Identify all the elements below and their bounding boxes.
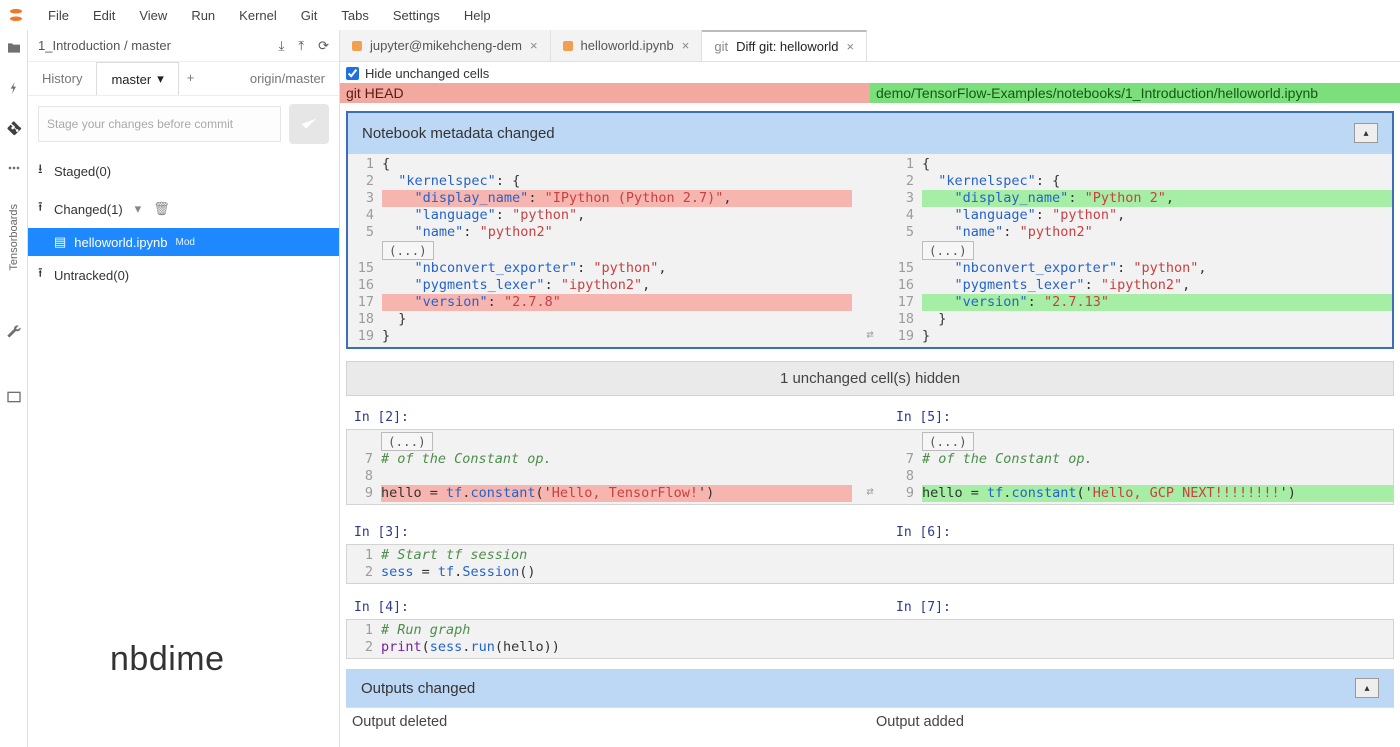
editor-area: jupyter@mikehcheng-dem×helloworld.ipynb×…: [340, 30, 1400, 747]
menu-run[interactable]: Run: [179, 4, 227, 27]
changed-file[interactable]: ▤ helloworld.ipynb Mod: [28, 228, 339, 256]
tabs-icon[interactable]: [4, 387, 24, 407]
map-icon: ⇄: [852, 154, 888, 347]
section-untracked[interactable]: ⭱Untracked(0): [28, 256, 339, 294]
editor-tab[interactable]: helloworld.ipynb×: [551, 30, 703, 61]
menu-view[interactable]: View: [127, 4, 179, 27]
running-icon[interactable]: [4, 78, 24, 98]
editor-tabs: jupyter@mikehcheng-dem×helloworld.ipynb×…: [340, 30, 1400, 62]
diff-source-right: demo/TensorFlow-Examples/notebooks/1_Int…: [870, 83, 1400, 103]
breadcrumb[interactable]: 1_Introduction / master: [38, 38, 171, 53]
menu-file[interactable]: File: [36, 4, 81, 27]
file-name: helloworld.ipynb: [74, 235, 167, 250]
section-staged[interactable]: ⭳Staged(0): [28, 152, 339, 190]
notebook-icon: ▤: [54, 234, 66, 250]
outputs-panel: Outputs changed ▴: [346, 669, 1394, 707]
menu-kernel[interactable]: Kernel: [227, 4, 289, 27]
close-icon[interactable]: ×: [846, 39, 854, 54]
close-icon[interactable]: ×: [682, 38, 690, 53]
tab-history[interactable]: History: [28, 62, 96, 95]
prompt-right: In [5]:: [888, 404, 1394, 429]
metadata-title: Notebook metadata changed: [362, 125, 555, 142]
prompt4-left: In [4]:: [346, 594, 852, 619]
folder-icon[interactable]: [4, 38, 24, 58]
hide-unchanged-label: Hide unchanged cells: [365, 66, 489, 81]
cloud-up-icon[interactable]: ⤒: [298, 38, 304, 54]
metadata-panel: Notebook metadata changed ▴ 1{2 "kernels…: [346, 111, 1394, 349]
left-code: 1{2 "kernelspec": {3 "display_name": "IP…: [348, 154, 852, 347]
cell2-right: (...)7# of the Constant op.89hello = tf.…: [888, 430, 1393, 504]
outputs-title: Outputs changed: [361, 680, 475, 697]
refresh-icon[interactable]: ⟳: [318, 38, 329, 54]
activity-bar: Tensorboards: [0, 30, 28, 747]
editor-tab[interactable]: gitDiff git: helloworld×: [702, 30, 867, 61]
menu-bar: FileEditViewRunKernelGitTabsSettingsHelp: [0, 0, 1400, 30]
brand-label: nbdime: [110, 640, 225, 679]
commit-button[interactable]: [289, 104, 329, 144]
discard-icon[interactable]: ▾: [135, 201, 142, 217]
menu-tabs[interactable]: Tabs: [329, 4, 380, 27]
hide-unchanged-checkbox[interactable]: [346, 67, 359, 80]
diff-view: Hide unchanged cells git HEAD demo/Tenso…: [340, 62, 1400, 747]
menu-git[interactable]: Git: [289, 4, 330, 27]
trash-icon[interactable]: 🗑: [153, 201, 170, 217]
editor-tab[interactable]: jupyter@mikehcheng-dem×: [340, 30, 551, 61]
cell3-code: 1# Start tf session2sess = tf.Session(): [346, 544, 1394, 584]
tab-branch[interactable]: master ▾: [96, 62, 178, 95]
git-icon[interactable]: [4, 118, 24, 138]
close-icon[interactable]: ×: [530, 38, 538, 53]
tensorboards-label[interactable]: Tensorboards: [8, 204, 20, 271]
branch-tabs: History master ▾ + origin/master: [28, 62, 339, 96]
new-branch-button[interactable]: +: [179, 62, 203, 95]
tab-remote[interactable]: origin/master: [236, 62, 339, 95]
cloud-down-icon[interactable]: ⤓: [279, 38, 285, 54]
outputs-toggle[interactable]: ▴: [1355, 678, 1379, 698]
chevron-down-icon: ▾: [157, 71, 164, 87]
section-changed[interactable]: ⭱Changed(1)▾🗑: [28, 190, 339, 228]
hidden-cells-msg: 1 unchanged cell(s) hidden: [347, 362, 1393, 395]
diff-source-left: git HEAD: [340, 83, 870, 103]
cell4-code: 1# Run graph2print(sess.run(hello)): [346, 619, 1394, 659]
wrench-icon[interactable]: [4, 321, 24, 341]
menu-edit[interactable]: Edit: [81, 4, 127, 27]
output-deleted: Output deleted: [346, 707, 870, 736]
collapse-toggle[interactable]: ▴: [1354, 123, 1378, 143]
commit-message-input[interactable]: Stage your changes before commit: [38, 106, 281, 142]
jupyter-logo: [6, 5, 26, 25]
prompt4-right: In [7]:: [888, 594, 1394, 619]
cell2-left: (...)7# of the Constant op.89hello = tf.…: [347, 430, 852, 504]
right-code: 1{2 "kernelspec": {3 "display_name": "Py…: [888, 154, 1392, 347]
menu-help[interactable]: Help: [452, 4, 503, 27]
commands-icon[interactable]: [4, 158, 24, 178]
prompt3-right: In [6]:: [888, 519, 1394, 544]
prompt-left: In [2]:: [346, 404, 852, 429]
menu-settings[interactable]: Settings: [381, 4, 452, 27]
file-badge: Mod: [176, 237, 195, 248]
branch-name: master: [111, 72, 151, 87]
output-added: Output added: [870, 707, 1394, 736]
prompt3-left: In [3]:: [346, 519, 852, 544]
